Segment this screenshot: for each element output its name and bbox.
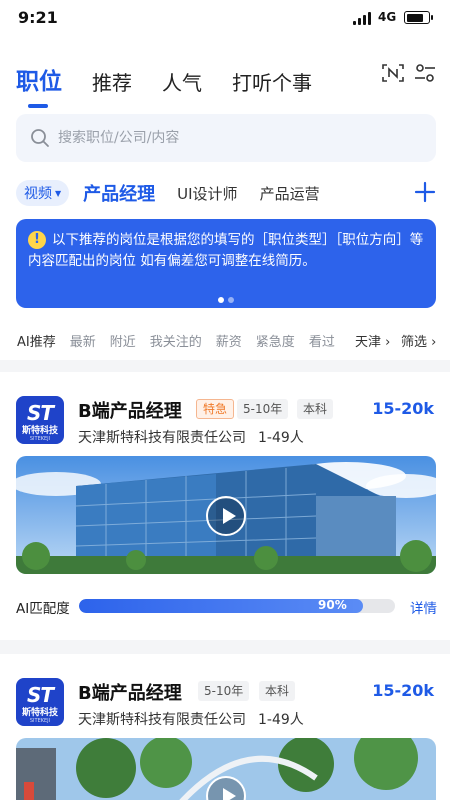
salary: 15-20k — [372, 399, 434, 418]
job-card[interactable]: ST 斯特科技 SITEKEJI B端产品经理 5-10年 本科 15-20k … — [0, 654, 450, 800]
filter-ai-recommend[interactable]: AI推荐 — [17, 331, 56, 350]
education-tag: 本科 — [259, 681, 296, 701]
education-tag: 本科 — [297, 399, 334, 419]
search-bar[interactable] — [16, 114, 436, 162]
job-card[interactable]: ST 斯特科技 SITEKEJI B端产品经理 特急 5-10年 本科 15-2… — [0, 372, 450, 640]
urgent-badge: 特急 — [196, 399, 235, 419]
company-logo: ST 斯特科技 SITEKEJI — [16, 678, 64, 726]
tab-recommend[interactable]: 推荐 — [92, 67, 132, 96]
filter-settings-icon[interactable] — [414, 63, 436, 83]
screen-filter[interactable]: 筛选 › — [401, 331, 436, 350]
category-product-manager[interactable]: 产品经理 — [83, 180, 155, 206]
carousel-dots — [16, 288, 436, 307]
company-photo[interactable] — [16, 456, 436, 574]
status-time: 9:21 — [18, 8, 58, 27]
banner-text: 以下推荐的岗位是根据您的填写的［职位类型］［职位方向］等内容匹配出的岗位 如有偏… — [28, 232, 424, 269]
caret-down-icon: ▼ — [55, 188, 62, 198]
scan-icon[interactable] — [382, 63, 404, 83]
salary: 15-20k — [372, 681, 434, 700]
notice-banner[interactable]: ! 以下推荐的岗位是根据您的填写的［职位类型］［职位方向］等内容匹配出的岗位 如… — [16, 219, 436, 308]
top-tabs: 职位 推荐 人气 打听个事 — [16, 56, 342, 108]
network-label: 4G — [378, 10, 397, 24]
filter-viewed[interactable]: 看过 — [309, 331, 335, 350]
company-logo: ST 斯特科技 SITEKEJI — [16, 396, 64, 444]
battery-icon — [404, 11, 433, 24]
filter-following[interactable]: 我关注的 — [150, 331, 202, 350]
tab-popular[interactable]: 人气 — [162, 67, 202, 96]
filter-nearby[interactable]: 附近 — [110, 331, 136, 350]
match-percent: 90% — [318, 598, 347, 612]
company-name: 天津斯特科技有限责任公司 — [78, 712, 246, 728]
company-photo[interactable] — [16, 738, 436, 800]
filter-latest[interactable]: 最新 — [70, 331, 96, 350]
status-bar: 9:21 4G — [0, 0, 450, 36]
search-icon — [31, 129, 49, 147]
category-dropdown-label: 视频 — [24, 186, 52, 202]
plus-icon[interactable] — [414, 181, 436, 203]
experience-tag: 5-10年 — [198, 681, 250, 701]
match-label: AI匹配度 — [16, 601, 70, 617]
experience-tag: 5-10年 — [237, 399, 289, 419]
company-name: 天津斯特科技有限责任公司 — [78, 430, 246, 446]
header-panel: 9:21 4G 职位 推荐 人气 打听个事 视频 ▼ 产品经理 UI设 — [0, 0, 450, 360]
job-title: B端产品经理 — [78, 401, 182, 422]
play-icon[interactable] — [206, 496, 246, 536]
match-progress-bar — [79, 599, 395, 613]
company-size: 1-49人 — [258, 430, 304, 446]
category-dropdown[interactable]: 视频 ▼ — [16, 180, 70, 206]
company-size: 1-49人 — [258, 712, 304, 728]
tab-inquire[interactable]: 打听个事 — [232, 67, 312, 96]
category-product-ops[interactable]: 产品运营 — [260, 183, 320, 204]
signal-icon — [353, 12, 373, 25]
tab-jobs[interactable]: 职位 — [16, 62, 62, 108]
job-title: B端产品经理 — [78, 683, 182, 704]
search-input[interactable] — [58, 126, 418, 150]
detail-link[interactable]: 详情 — [410, 597, 437, 617]
city-filter[interactable]: 天津 › — [355, 331, 390, 350]
category-ui-designer[interactable]: UI设计师 — [177, 183, 237, 204]
filter-row: AI推荐 最新 附近 我关注的 薪资 紧急度 看过 — [17, 331, 349, 350]
category-row: 视频 ▼ 产品经理 UI设计师 产品运营 — [16, 180, 342, 206]
filter-salary[interactable]: 薪资 — [216, 331, 242, 350]
filter-urgency[interactable]: 紧急度 — [256, 331, 295, 350]
